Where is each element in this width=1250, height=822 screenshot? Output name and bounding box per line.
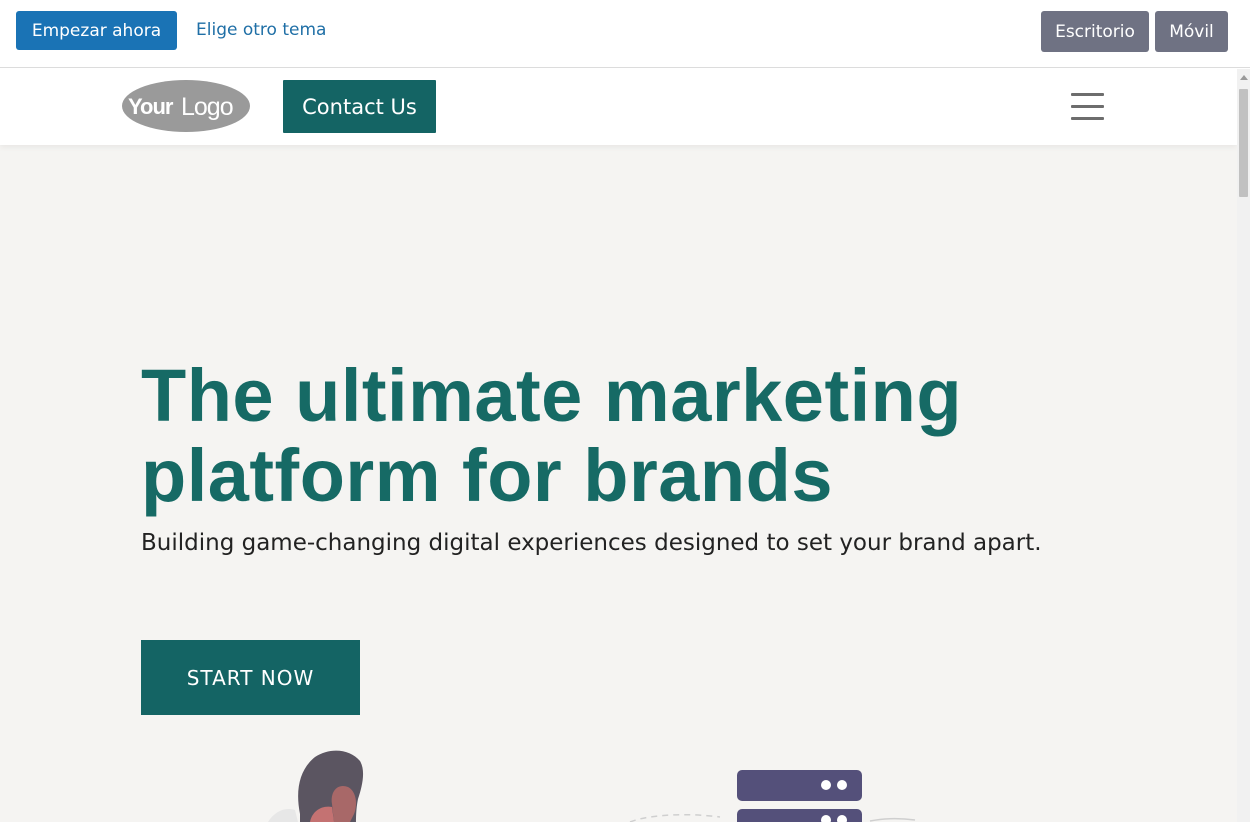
site-preview: Your Logo Contact Us The ultimate market… bbox=[0, 69, 1250, 822]
svg-text:Your: Your bbox=[128, 94, 174, 119]
hero-title: The ultimate marketing platform for bran… bbox=[141, 354, 963, 517]
server-illustration bbox=[629, 770, 916, 822]
contact-us-button[interactable]: Contact Us bbox=[283, 80, 436, 133]
hero-subtitle: Building game-changing digital experienc… bbox=[141, 530, 1042, 556]
choose-theme-link[interactable]: Elige otro tema bbox=[196, 20, 326, 40]
site-header: Your Logo Contact Us bbox=[0, 69, 1237, 145]
preview-scrollbar[interactable] bbox=[1237, 69, 1250, 822]
person-illustration bbox=[268, 750, 364, 822]
hamburger-menu-icon[interactable] bbox=[1071, 93, 1106, 120]
mobile-view-button[interactable]: Móvil bbox=[1155, 11, 1228, 52]
desktop-view-button[interactable]: Escritorio bbox=[1041, 11, 1149, 52]
scroll-up-icon[interactable] bbox=[1240, 75, 1248, 80]
start-now-topbar-button[interactable]: Empezar ahora bbox=[16, 11, 177, 50]
start-now-button[interactable]: START NOW bbox=[141, 640, 360, 715]
scroll-thumb[interactable] bbox=[1239, 89, 1248, 197]
theme-preview-bar: Empezar ahora Elige otro tema Escritorio… bbox=[0, 0, 1250, 68]
svg-text:Logo: Logo bbox=[181, 93, 233, 121]
logo-icon[interactable]: Your Logo bbox=[120, 78, 251, 134]
